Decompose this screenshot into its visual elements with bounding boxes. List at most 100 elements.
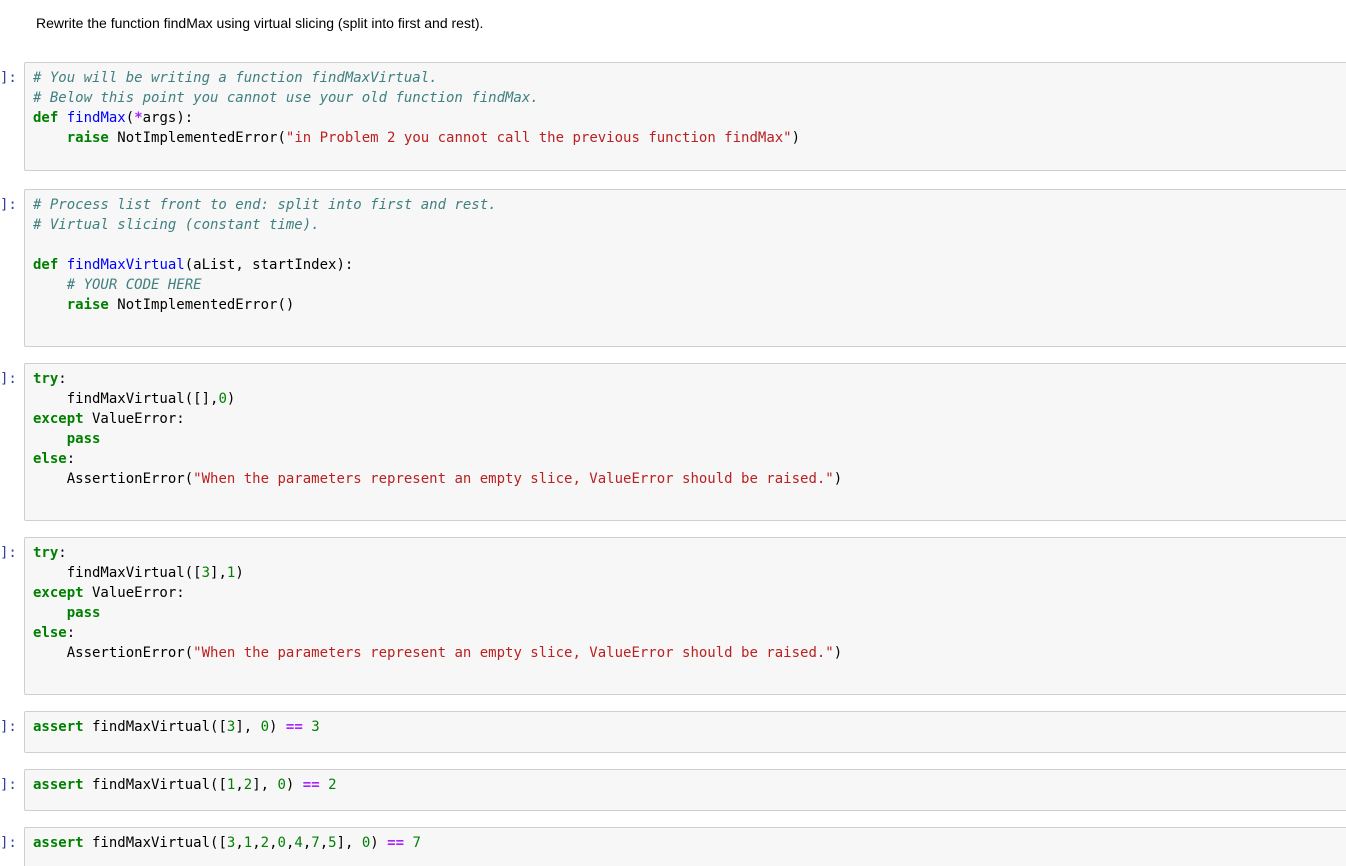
code-token: ], [210, 565, 227, 581]
code-token: == [387, 835, 405, 851]
code-block[interactable]: assert findMaxVirtual([3], 0) == 3 [25, 712, 1346, 737]
code-token: ) [285, 777, 303, 793]
code-token: AssertionError( [33, 645, 194, 661]
code-token: , [319, 835, 329, 851]
code-token: # Below this point you cannot use your o… [33, 90, 539, 106]
code-token: == [302, 777, 320, 793]
code-token: else [33, 451, 67, 467]
code-token: , [235, 835, 244, 851]
cell-prompt: ]: [0, 70, 17, 86]
cell-prompt: ]: [0, 371, 17, 387]
code-token: ( [125, 110, 135, 126]
code-editor[interactable]: # You will be writing a function findMax… [24, 62, 1346, 171]
code-token: try [33, 545, 59, 561]
code-token: 0 [260, 719, 270, 735]
code-cell-6[interactable]: ]: assert findMaxVirtual([1,2], 0) == 2 [0, 769, 1346, 811]
code-cell-5[interactable]: ]: assert findMaxVirtual([3], 0) == 3 [0, 711, 1346, 753]
code-token: : [66, 625, 76, 641]
code-token: ], [252, 777, 278, 793]
instructions-text: Rewrite the function findMax using virtu… [36, 15, 484, 31]
code-block[interactable]: # Process list front to end: split into … [25, 190, 1346, 315]
code-token: 2 [328, 777, 337, 793]
code-block[interactable]: try: findMaxVirtual([3],1) except ValueE… [25, 538, 1346, 663]
code-editor[interactable]: # Process list front to end: split into … [24, 189, 1346, 347]
code-token: (aList, startIndex): [184, 257, 354, 273]
code-token: , [235, 777, 244, 793]
code-token: def [33, 257, 59, 273]
code-token: ) [235, 565, 244, 581]
code-cell-1[interactable]: ]: # You will be writing a function find… [0, 62, 1346, 171]
code-token: : [66, 451, 76, 467]
code-token: raise [66, 130, 109, 146]
code-block[interactable]: assert findMaxVirtual([1,2], 0) == 2 [25, 770, 1346, 795]
code-token: findMaxVirtual [66, 257, 185, 273]
code-block[interactable]: try: findMaxVirtual([],0) except ValueEr… [25, 364, 1346, 489]
code-token: 7 [311, 835, 320, 851]
code-token: , [269, 835, 278, 851]
code-token: findMaxVirtual([ [83, 777, 227, 793]
code-cell-7[interactable]: ]: assert findMaxVirtual([3,1,2,0,4,7,5]… [0, 827, 1346, 866]
code-token: findMaxVirtual([], [33, 391, 219, 407]
code-token: ], [336, 835, 362, 851]
code-token: findMaxVirtual([ [83, 835, 227, 851]
code-token: NotImplementedError( [108, 130, 286, 146]
code-token: try [33, 371, 59, 387]
code-cell-4[interactable]: ]: try: findMaxVirtual([3],1) except Val… [0, 537, 1346, 695]
code-token: # You will be writing a function findMax… [33, 70, 438, 86]
code-token: args): [142, 110, 194, 126]
code-editor[interactable]: assert findMaxVirtual([3], 0) == 3 [24, 711, 1346, 753]
code-token: assert [33, 835, 84, 851]
code-editor[interactable]: assert findMaxVirtual([1,2], 0) == 2 [24, 769, 1346, 811]
code-editor[interactable]: try: findMaxVirtual([],0) except ValueEr… [24, 363, 1346, 521]
code-token: == [285, 719, 303, 735]
code-token: # YOUR CODE HERE [66, 277, 202, 293]
code-editor[interactable]: assert findMaxVirtual([3,1,2,0,4,7,5], 0… [24, 827, 1346, 866]
code-token: AssertionError( [33, 471, 194, 487]
code-token: # Virtual slicing (constant time). [33, 217, 320, 233]
code-token: "in Problem 2 you cannot call the previo… [285, 130, 792, 146]
code-block[interactable]: # You will be writing a function findMax… [25, 63, 1346, 148]
code-token: , [302, 835, 312, 851]
code-token: pass [66, 431, 101, 447]
code-token: "When the parameters represent an empty … [193, 471, 834, 487]
code-token: findMaxVirtual([ [33, 565, 202, 581]
code-token: 3 [201, 565, 211, 581]
code-token: except [33, 411, 84, 427]
code-token: assert [33, 719, 84, 735]
code-token: : [58, 545, 67, 561]
code-token: 0 [277, 777, 286, 793]
cell-prompt: ]: [0, 777, 17, 793]
code-token: 7 [412, 835, 421, 851]
code-cell-2[interactable]: ]: # Process list front to end: split in… [0, 189, 1346, 347]
cell-prompt: ]: [0, 835, 17, 851]
code-token: else [33, 625, 67, 641]
code-token: ValueError: [83, 585, 185, 601]
code-token: 2 [260, 835, 270, 851]
code-token: ) [833, 471, 843, 487]
code-token: 0 [277, 835, 286, 851]
code-token: ) [791, 130, 801, 146]
code-token: ], [235, 719, 261, 735]
code-token: pass [66, 605, 101, 621]
code-token: def [33, 110, 59, 126]
code-block[interactable]: assert findMaxVirtual([3,1,2,0,4,7,5], 0… [25, 828, 1346, 853]
code-token: ) [226, 391, 236, 407]
code-token: assert [33, 777, 84, 793]
code-token: 1 [243, 835, 253, 851]
code-editor[interactable]: try: findMaxVirtual([3],1) except ValueE… [24, 537, 1346, 695]
code-token: : [58, 371, 67, 387]
cell-prompt: ]: [0, 719, 17, 735]
code-token: ) [833, 645, 843, 661]
code-token: , [252, 835, 261, 851]
code-token: except [33, 585, 84, 601]
code-token: ValueError: [83, 411, 185, 427]
code-cell-3[interactable]: ]: try: findMaxVirtual([],0) except Valu… [0, 363, 1346, 521]
